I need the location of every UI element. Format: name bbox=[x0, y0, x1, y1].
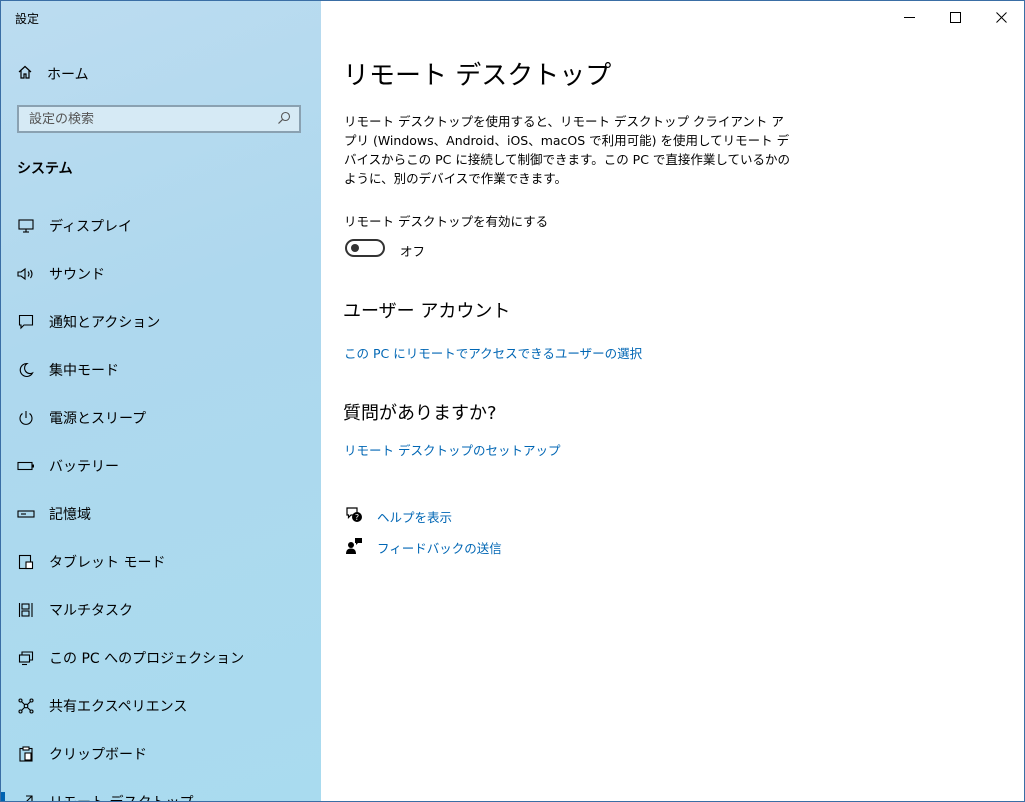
home-icon bbox=[17, 64, 33, 84]
help-link[interactable]: ? ヘルプを表示 bbox=[345, 506, 452, 527]
question-heading: 質問がありますか? bbox=[343, 403, 497, 424]
sidebar-item-display[interactable]: ディスプレイ bbox=[1, 202, 321, 250]
help-chat-icon: ? bbox=[345, 506, 363, 527]
battery-icon bbox=[17, 457, 35, 475]
sidebar-nav: ディスプレイ サウンド 通知とアクション 集中モード 電源とスリープ バッテリー… bbox=[1, 202, 321, 801]
sidebar-item-battery[interactable]: バッテリー bbox=[1, 442, 321, 490]
sidebar-item-label: リモート デスクトップ bbox=[49, 792, 193, 801]
projection-icon bbox=[17, 649, 35, 667]
moon-icon bbox=[17, 361, 35, 379]
sidebar-item-label: クリップボード bbox=[49, 747, 147, 763]
toggle-knob bbox=[351, 244, 359, 252]
setup-link[interactable]: リモート デスクトップのセットアップ bbox=[344, 440, 560, 459]
minimize-icon bbox=[903, 16, 915, 18]
sidebar-item-sound[interactable]: サウンド bbox=[1, 250, 321, 298]
sidebar-item-shared[interactable]: 共有エクスペリエンス bbox=[1, 682, 321, 730]
search-input[interactable] bbox=[29, 111, 269, 127]
notification-icon bbox=[17, 313, 35, 331]
maximize-icon bbox=[949, 11, 961, 23]
feedback-link-label: フィードバックの送信 bbox=[377, 541, 502, 556]
share-icon bbox=[17, 697, 35, 715]
section-title: システム bbox=[17, 161, 73, 177]
tablet-icon bbox=[17, 553, 35, 571]
settings-window: 設定 ホーム システム ディスプレイ bbox=[0, 0, 1025, 802]
help-link-label: ヘルプを表示 bbox=[377, 510, 453, 525]
remote-desktop-toggle[interactable] bbox=[345, 239, 385, 257]
close-icon bbox=[995, 11, 1007, 23]
user-accounts-link[interactable]: この PC にリモートでアクセスできるユーザーの選択 bbox=[344, 343, 642, 362]
window-controls bbox=[886, 1, 1024, 33]
speaker-icon bbox=[17, 265, 35, 283]
sidebar: 設定 ホーム システム ディスプレイ bbox=[1, 1, 321, 801]
storage-icon bbox=[17, 505, 35, 523]
sidebar-item-remote-desktop[interactable]: リモート デスクトップ bbox=[1, 778, 321, 801]
sidebar-item-label: マルチタスク bbox=[49, 603, 133, 619]
sidebar-item-multitask[interactable]: マルチタスク bbox=[1, 586, 321, 634]
minimize-button[interactable] bbox=[886, 1, 932, 33]
sidebar-item-projection[interactable]: この PC へのプロジェクション bbox=[1, 634, 321, 682]
search-icon[interactable] bbox=[277, 110, 291, 129]
power-icon bbox=[17, 409, 35, 427]
feedback-icon bbox=[345, 537, 363, 558]
maximize-button[interactable] bbox=[932, 1, 978, 33]
sidebar-item-label: バッテリー bbox=[49, 459, 119, 475]
clipboard-icon bbox=[17, 745, 35, 763]
sidebar-item-label: サウンド bbox=[49, 267, 105, 283]
app-title: 設定 bbox=[15, 12, 40, 26]
sidebar-item-clipboard[interactable]: クリップボード bbox=[1, 730, 321, 778]
search-box[interactable] bbox=[17, 105, 301, 133]
sidebar-item-storage[interactable]: 記憶域 bbox=[1, 490, 321, 538]
sidebar-item-focus[interactable]: 集中モード bbox=[1, 346, 321, 394]
user-accounts-heading: ユーザー アカウント bbox=[343, 301, 511, 322]
monitor-icon bbox=[17, 217, 35, 235]
sidebar-item-power[interactable]: 電源とスリープ bbox=[1, 394, 321, 442]
svg-text:?: ? bbox=[355, 513, 359, 522]
home-label: ホーム bbox=[47, 67, 89, 83]
remote-icon bbox=[17, 793, 35, 801]
sidebar-item-label: ディスプレイ bbox=[49, 219, 133, 235]
toggle-label: リモート デスクトップを有効にする bbox=[344, 214, 549, 229]
sidebar-item-label: 集中モード bbox=[49, 363, 119, 379]
sidebar-item-label: 記憶域 bbox=[49, 507, 91, 523]
page-title: リモート デスクトップ bbox=[343, 61, 612, 91]
sidebar-item-notifications[interactable]: 通知とアクション bbox=[1, 298, 321, 346]
feedback-link[interactable]: フィードバックの送信 bbox=[345, 537, 502, 558]
toggle-state-text: オフ bbox=[400, 244, 426, 259]
home-button[interactable]: ホーム bbox=[17, 64, 89, 84]
description-text: リモート デスクトップを使用すると、リモート デスクトップ クライアント アプリ… bbox=[344, 114, 791, 186]
sidebar-item-label: この PC へのプロジェクション bbox=[49, 651, 245, 667]
sidebar-item-label: 電源とスリープ bbox=[49, 411, 147, 427]
sidebar-item-label: 通知とアクション bbox=[49, 315, 161, 331]
main-content: リモート デスクトップ リモート デスクトップを使用すると、リモート デスクトッ… bbox=[321, 1, 1024, 801]
sidebar-item-tablet[interactable]: タブレット モード bbox=[1, 538, 321, 586]
sidebar-item-label: 共有エクスペリエンス bbox=[49, 699, 188, 715]
sidebar-item-label: タブレット モード bbox=[49, 555, 166, 571]
multitask-icon bbox=[17, 601, 35, 619]
close-button[interactable] bbox=[978, 1, 1024, 33]
